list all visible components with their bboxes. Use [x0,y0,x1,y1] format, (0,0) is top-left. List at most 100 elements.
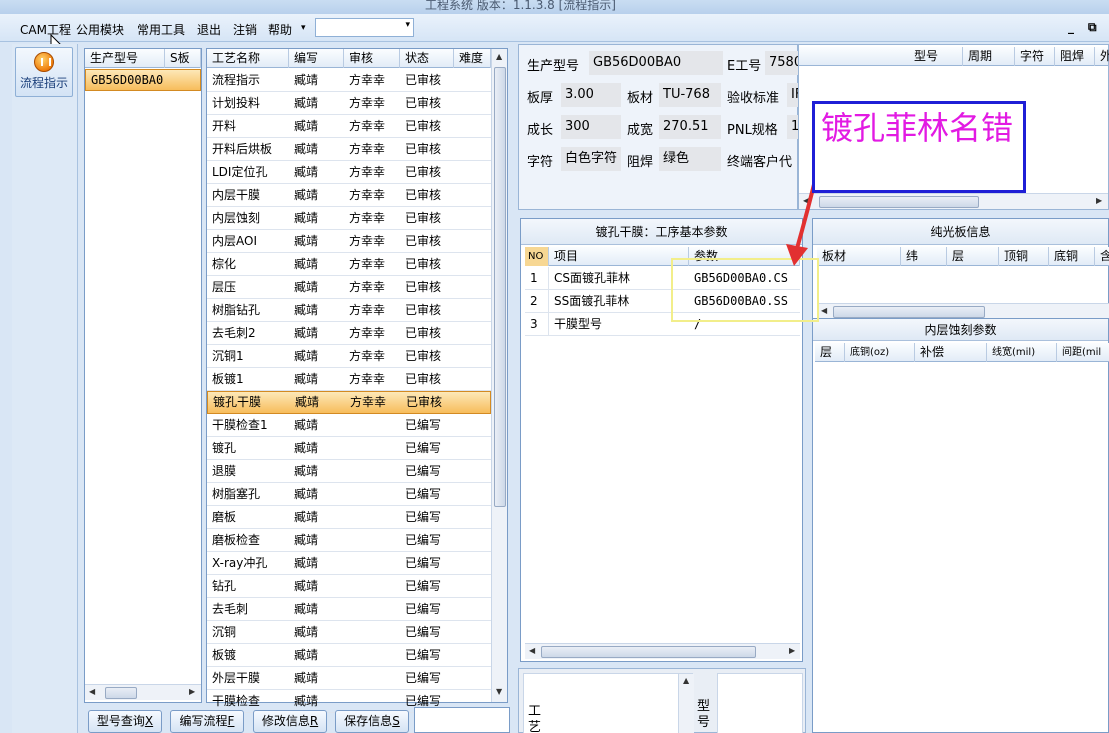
process-row[interactable]: 计划投料 臧靖 方幸幸 已审核 [207,92,491,115]
scroll-right-icon[interactable]: ▶ [789,646,795,655]
process-row[interactable]: 棕化 臧靖 方幸幸 已审核 [207,253,491,276]
process-row[interactable]: 沉铜1 臧靖 方幸幸 已审核 [207,345,491,368]
scroll-right-icon[interactable]: ▶ [1096,196,1102,205]
scroll-left-icon[interactable]: ◀ [529,646,535,655]
modify-info-button[interactable]: 修改信息R [253,710,327,733]
model-text-area[interactable] [717,673,803,733]
reviewer-cell: 方幸幸 [349,119,386,133]
col-char[interactable]: 字符 [1015,47,1055,66]
process-row[interactable]: 镀孔 臧靖 已编写 [207,437,491,460]
length-field[interactable]: 300 [561,115,621,139]
menu-common-tools[interactable]: 常用工具 [137,21,185,38]
process-row[interactable]: 去毛刺 臧靖 已编写 [207,598,491,621]
process-row[interactable]: 流程指示 臧靖 方幸幸 已审核 [207,69,491,92]
col-difficulty[interactable]: 难度 [454,49,491,68]
menu-help[interactable]: 帮助 [268,21,292,38]
col-reviewer[interactable]: 审核 [344,49,400,68]
menu-combo-box[interactable]: ▾ [315,18,414,37]
top-right-hscroll[interactable]: ◀ ▶ [799,193,1108,209]
process-row[interactable]: 内层AOI 臧靖 方幸幸 已审核 [207,230,491,253]
col-weft[interactable]: 纬 [901,247,947,266]
chevron-down-icon[interactable]: ▾ [405,20,410,30]
menu-common-module[interactable]: 公用模块 [76,21,124,38]
scroll-left-icon[interactable]: ◀ [821,306,827,315]
scroll-thumb[interactable] [833,306,985,318]
process-row[interactable]: 外层干膜 臧靖 已编写 [207,667,491,690]
mask-field[interactable]: 绿色 [659,147,721,171]
process-row[interactable]: 开料后烘板 臧靖 方幸幸 已审核 [207,138,491,161]
scroll-left-icon[interactable]: ◀ [89,687,95,696]
process-row[interactable]: 沉铜 臧靖 已编写 [207,621,491,644]
col-contains[interactable]: 含 [1095,247,1109,266]
scroll-thumb[interactable] [541,646,756,658]
write-flow-button[interactable]: 编写流程F [170,710,244,733]
model-label: 生产型号 [527,59,580,74]
process-row[interactable]: 镀孔干膜 臧靖 方幸幸 已审核 [207,391,491,414]
material-field[interactable]: TU-768 [659,83,721,107]
process-row[interactable]: LDI定位孔 臧靖 方幸幸 已审核 [207,161,491,184]
process-row[interactable]: 树脂塞孔 臧靖 已编写 [207,483,491,506]
col-status[interactable]: 状态 [400,49,454,68]
scroll-up-icon[interactable]: ▲ [683,676,689,685]
bare-board-hscroll[interactable]: ◀ [817,303,1109,319]
bottom-search-input[interactable] [414,707,510,733]
menu-exit[interactable]: 退出 [197,21,221,38]
col-compensation[interactable]: 补偿 [915,343,987,362]
process-row[interactable]: 磨板 臧靖 已编写 [207,506,491,529]
model-query-button[interactable]: 型号查询X [88,710,162,733]
process-row[interactable]: 板镀1 臧靖 方幸幸 已审核 [207,368,491,391]
col-outer[interactable]: 外层 [1095,47,1109,66]
menu-dropdown-icon[interactable]: ▾ [301,23,306,33]
process-row[interactable]: 板镀 臧靖 已编写 [207,644,491,667]
scroll-down-icon[interactable]: ▼ [496,687,502,696]
col-line-width[interactable]: 线宽(mil) [987,343,1057,362]
col-production-model[interactable]: 生产型号 [85,49,165,68]
process-row[interactable]: X-ray冲孔 臧靖 已编写 [207,552,491,575]
col-base-copper[interactable]: 底铜(oz) [845,343,915,362]
flow-indicator-button[interactable]: 流程指示 [15,47,73,97]
col-mask[interactable]: 阻焊 [1055,47,1095,66]
col-item[interactable]: 项目 [549,247,689,266]
process-row[interactable]: 内层干膜 臧靖 方幸幸 已审核 [207,184,491,207]
col-process-name[interactable]: 工艺名称 [207,49,289,68]
process-row[interactable]: 退膜 臧靖 已编写 [207,460,491,483]
process-row[interactable]: 干膜检查1 臧靖 已编写 [207,414,491,437]
scroll-up-icon[interactable]: ▲ [496,52,502,61]
col-top-copper[interactable]: 顶铜 [999,247,1049,266]
col-period[interactable]: 周期 [963,47,1015,66]
col-writer[interactable]: 编写 [289,49,344,68]
restore-button[interactable]: ⧉ [1088,20,1097,35]
process-row[interactable]: 去毛刺2 臧靖 方幸幸 已审核 [207,322,491,345]
scroll-thumb[interactable] [819,196,979,208]
col-model[interactable]: 型号 [909,47,963,66]
param-hscroll[interactable]: ◀ ▶ [525,643,800,659]
save-info-button[interactable]: 保存信息S [335,710,409,733]
model-row[interactable]: GB56D00BA0 [85,69,201,91]
process-row[interactable]: 内层蚀刻 臧靖 方幸幸 已审核 [207,207,491,230]
model-field[interactable]: GB56D00BA0 [589,51,723,75]
process-row[interactable]: 层压 臧靖 方幸幸 已审核 [207,276,491,299]
minimize-button[interactable]: _ [1068,20,1074,34]
scroll-thumb[interactable] [105,687,137,699]
model-list-hscroll[interactable]: ◀ ▶ [85,684,201,700]
process-text-vscroll[interactable]: ▲ [678,674,694,733]
process-row[interactable]: 钻孔 臧靖 已编写 [207,575,491,598]
char-field[interactable]: 白色字符 [561,147,621,171]
scroll-thumb[interactable] [494,67,506,507]
width-field[interactable]: 270.51 [659,115,721,139]
col-layer[interactable]: 层 [947,247,999,266]
process-table-vscroll[interactable]: ▲ ▼ [491,49,507,702]
scroll-right-icon[interactable]: ▶ [189,687,195,696]
process-row[interactable]: 树脂钻孔 臧靖 方幸幸 已审核 [207,299,491,322]
process-row[interactable]: 磨板检查 臧靖 已编写 [207,529,491,552]
thickness-field[interactable]: 3.00 [561,83,621,107]
tool-column: 流程指示 [12,44,78,733]
col-etch-layer[interactable]: 层 [815,343,845,362]
col-s-board[interactable]: S板 [165,49,201,68]
menu-logout[interactable]: 注销 [233,21,257,38]
col-spacing[interactable]: 间距(mil [1057,343,1109,362]
col-bottom-copper[interactable]: 底铜 [1049,247,1095,266]
col-no[interactable]: NO [525,247,549,266]
process-row[interactable]: 开料 臧靖 方幸幸 已审核 [207,115,491,138]
process-text-area[interactable]: 工艺 ▲ [523,673,694,733]
